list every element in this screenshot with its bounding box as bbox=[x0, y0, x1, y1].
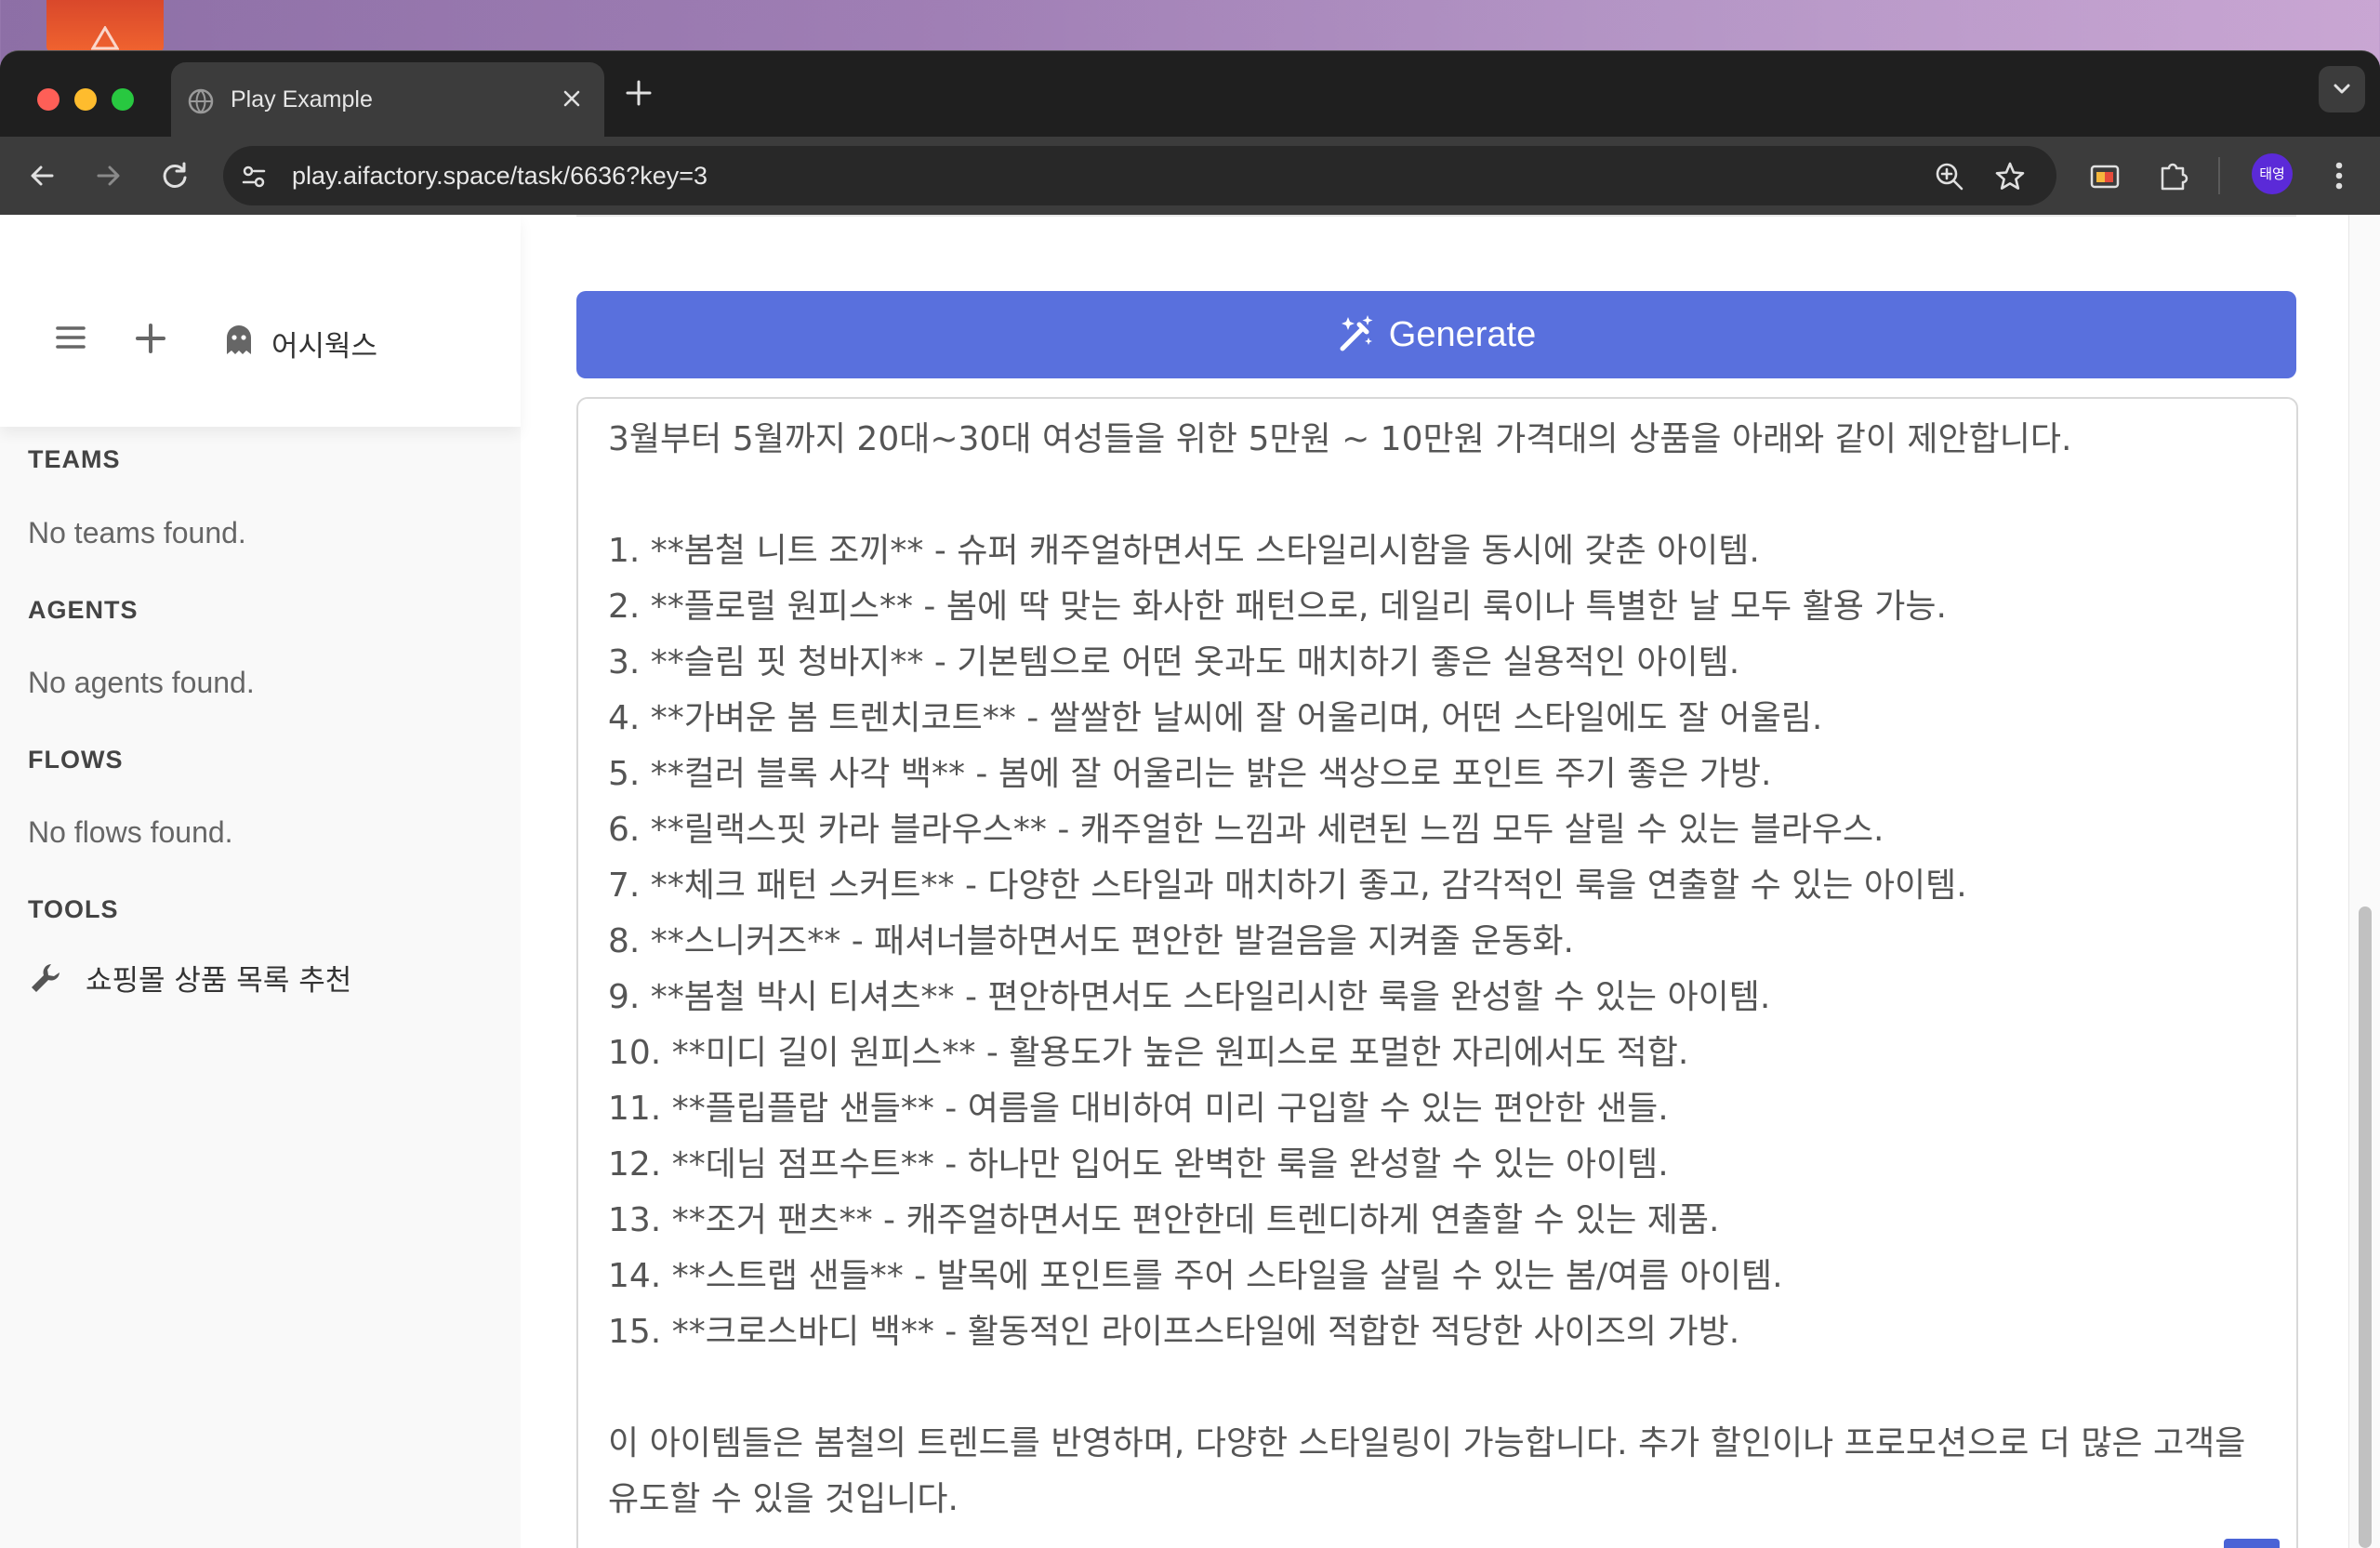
tab-play-example[interactable]: Play Example bbox=[171, 62, 604, 137]
teams-empty-text: No teams found. bbox=[28, 516, 246, 549]
close-window-button[interactable] bbox=[37, 88, 60, 111]
output-text: 3월부터 5월까지 20대~30대 여성들을 위한 5만원 ~ 10만원 가격대… bbox=[608, 412, 2281, 1528]
wrench-icon bbox=[28, 960, 63, 999]
output-list-item: 2. **플로럴 원피스** - 봄에 딱 맞는 화사한 패턴으로, 데일리 룩… bbox=[608, 588, 1947, 626]
output-intro: 3월부터 5월까지 20대~30대 여성들을 위한 5만원 ~ 10만원 가격대… bbox=[608, 420, 2072, 458]
workspace-name[interactable]: 어시웍스 bbox=[271, 323, 377, 364]
extensions-puzzle-icon[interactable] bbox=[2155, 157, 2192, 198]
desktop-app-icon bbox=[46, 0, 164, 52]
url-text: play.aifactory.space/task/6636?key=3 bbox=[292, 162, 708, 190]
output-list-item: 3. **슬림 핏 청바지** - 기본템으로 어떤 옷과도 매치하기 좋은 실… bbox=[608, 643, 1740, 681]
teams-section-title: TEAMS bbox=[28, 445, 121, 473]
web-page: 어시웍스 TEAMS No teams found. AGENTS No age… bbox=[0, 215, 2380, 1548]
profile-avatar[interactable]: 태영 bbox=[2252, 153, 2293, 194]
add-plus-icon[interactable] bbox=[135, 323, 166, 358]
maximize-window-button[interactable] bbox=[112, 88, 134, 111]
tool-item-label: 쇼핑몰 상품 목록 추천 bbox=[86, 964, 352, 998]
sidebar: 어시웍스 TEAMS No teams found. AGENTS No age… bbox=[0, 215, 521, 1548]
output-list-item: 4. **가벼운 봄 트렌치코트** - 쌀쌀한 날씨에 잘 어울리며, 어떤 … bbox=[608, 699, 1823, 737]
flows-section-title: FLOWS bbox=[28, 746, 124, 774]
new-tab-plus-icon[interactable] bbox=[623, 77, 654, 112]
output-closing: 이 아이템들은 봄철의 트렌드를 반영하며, 다양한 스타일링이 가능합니다. … bbox=[608, 1424, 2246, 1518]
tools-section-title: TOOLS bbox=[28, 895, 119, 923]
output-list-item: 5. **컬러 블록 사각 백** - 봄에 잘 어울리는 밝은 색상으로 포인… bbox=[608, 755, 1772, 793]
output-list-item: 15. **크로스바디 백** - 활동적인 라이프스타일에 적합한 적당한 사… bbox=[608, 1313, 1740, 1351]
reload-icon[interactable] bbox=[156, 157, 193, 198]
agents-section-title: AGENTS bbox=[28, 596, 139, 624]
agents-empty-text: No agents found. bbox=[28, 666, 255, 699]
sidebar-header: 어시웍스 bbox=[0, 215, 521, 427]
generate-button-label: Generate bbox=[1388, 314, 1537, 354]
site-settings-icon[interactable] bbox=[240, 163, 268, 194]
output-list-item: 11. **플립플랍 샌들** - 여름을 대비하여 미리 구입할 수 있는 편… bbox=[608, 1090, 1669, 1128]
output-list-item: 8. **스니커즈** - 패셔너블하면서도 편안한 발걸음을 지켜줄 운동화. bbox=[608, 922, 1574, 960]
output-list-item: 12. **데님 점프수트** - 하나만 입어도 완벽한 룩을 완성할 수 있… bbox=[608, 1145, 1669, 1184]
page-scrollbar[interactable] bbox=[2348, 215, 2380, 1548]
close-icon[interactable] bbox=[560, 86, 584, 114]
output-list-item: 13. **조거 팬츠** - 캐주얼하면서도 편안한데 트렌디하게 연출할 수… bbox=[608, 1201, 1720, 1239]
browser-window: Play Example play.aifactory.space/task/6… bbox=[0, 50, 2380, 1548]
cast-icon[interactable] bbox=[2086, 157, 2123, 198]
bookmark-star-icon[interactable] bbox=[1994, 161, 2026, 196]
magic-wand-icon bbox=[1337, 313, 1376, 356]
zoom-icon[interactable] bbox=[1934, 161, 1965, 196]
generate-button[interactable]: Generate bbox=[576, 291, 2296, 378]
hamburger-menu-icon[interactable] bbox=[56, 324, 86, 354]
tab-strip: Play Example bbox=[0, 51, 2380, 137]
flows-empty-text: No flows found. bbox=[28, 815, 233, 849]
back-arrow-icon[interactable] bbox=[24, 157, 61, 198]
output-textarea[interactable]: 3월부터 5월까지 20대~30대 여성들을 위한 5만원 ~ 10만원 가격대… bbox=[576, 397, 2298, 1548]
globe-icon bbox=[188, 88, 214, 118]
tab-search-button[interactable] bbox=[2319, 66, 2365, 112]
output-list-item: 10. **미디 길이 원피스** - 활용도가 높은 원피스로 포멀한 자리에… bbox=[608, 1034, 1689, 1072]
more-vert-icon[interactable] bbox=[2322, 157, 2356, 198]
output-list-item: 1. **봄철 니트 조끼** - 슈퍼 캐주얼하면서도 스타일리시함을 동시에… bbox=[608, 532, 1760, 570]
toolbar-divider bbox=[2218, 157, 2220, 194]
scrollbar-thumb[interactable] bbox=[2359, 906, 2372, 1548]
output-list-item: 6. **릴랙스핏 카라 블라우스** - 캐주얼한 느낌과 세련된 느낌 모두… bbox=[608, 811, 1884, 849]
main-top-divider bbox=[576, 215, 2296, 217]
forward-arrow-icon[interactable] bbox=[89, 157, 126, 198]
tab-title: Play Example bbox=[231, 86, 373, 112]
browser-toolbar: play.aifactory.space/task/6636?key=3 태영 bbox=[0, 137, 2380, 215]
minimize-window-button[interactable] bbox=[74, 88, 97, 111]
address-bar[interactable]: play.aifactory.space/task/6636?key=3 bbox=[223, 146, 2056, 205]
output-list-item: 14. **스트랩 샌들** - 발목에 포인트를 주어 스타일을 살릴 수 있… bbox=[608, 1257, 1783, 1295]
ghost-icon bbox=[223, 323, 255, 360]
output-list-item: 9. **봄철 박시 티셔츠** - 편안하면서도 스타일리시한 룩을 완성할 … bbox=[608, 978, 1771, 1016]
output-list-item: 7. **체크 패턴 스커트** - 다양한 스타일과 매치하기 좋고, 감각적… bbox=[608, 867, 1967, 905]
